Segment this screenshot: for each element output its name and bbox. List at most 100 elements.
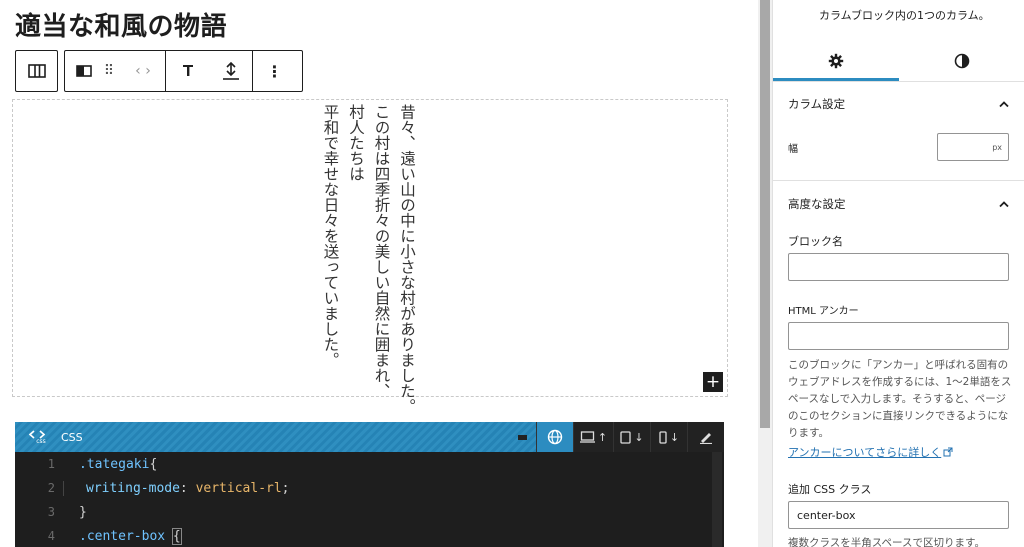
story-line-3: 村人たちは <box>347 104 365 182</box>
tablet-down-button[interactable]: ↓ <box>613 422 650 452</box>
desktop-up-button[interactable]: ↑ <box>573 422 613 452</box>
mobile-down-button[interactable]: ↓ <box>650 422 687 452</box>
css-class-help-text: 複数クラスを半角スペースで区切ります。 <box>788 537 985 547</box>
line-number: 3 <box>47 505 55 519</box>
code-selector: .tategaki <box>79 456 150 472</box>
code-brace: { <box>171 527 182 545</box>
global-scope-button[interactable] <box>536 422 573 452</box>
code-property: writing-mode <box>86 480 180 496</box>
column-settings-panel: カラム設定 幅 px <box>773 82 1024 181</box>
external-link-icon <box>943 447 953 457</box>
block-toolbar-group-more: ⋮ <box>252 51 296 91</box>
block-toolbar-group-align <box>165 51 252 91</box>
tablet-icon <box>620 430 632 444</box>
code-line: 4 .center-box { <box>15 524 724 547</box>
anchor-help-text: このブロックに「アンカー」と呼ばれる固有のウェブアドレスを作成するには、1〜2単… <box>788 359 1012 439</box>
half-circle-styles-icon <box>954 53 970 68</box>
column-icon <box>76 65 92 77</box>
add-block-button[interactable]: + <box>703 372 723 392</box>
css-code-block[interactable]: css CSS ↑ ↓ ↓ 1 .tategaki{2 writing-mod… <box>15 422 724 547</box>
editor-canvas: 適当な和風の物語 ⠿ ‹ › ⋮ 昔々、遠い山の中に小さな村がありました。 この… <box>0 0 758 547</box>
story-line-1: 昔々、遠い山の中に小さな村がありました。 <box>398 104 416 414</box>
advanced-title: 高度な設定 <box>788 197 846 211</box>
code-line: 1 .tategaki{ <box>15 452 724 476</box>
select-parent-columns-button[interactable] <box>16 51 57 91</box>
chevron-up-icon <box>999 201 1009 208</box>
column-block-type-button[interactable] <box>65 51 97 91</box>
width-unit: px <box>992 142 1002 152</box>
code-selector: .center-box <box>79 528 166 544</box>
advanced-toggle[interactable]: 高度な設定 <box>788 196 1010 212</box>
gear-icon <box>828 53 844 68</box>
advanced-panel: 高度な設定 ブロック名 HTML アンカー このブロックに「アンカー」と呼ばれる… <box>773 181 1024 547</box>
block-name-label: ブロック名 <box>788 235 843 248</box>
code-block-actions: ↑ ↓ ↓ <box>508 422 724 452</box>
column-settings-toggle[interactable]: カラム設定 <box>788 96 1010 112</box>
pencil-icon <box>700 433 712 444</box>
tab-settings[interactable] <box>773 40 899 81</box>
story-line-4: 平和で幸せな日々を送っていました。 <box>321 104 340 368</box>
align-top-icon <box>182 65 193 76</box>
globe-icon <box>547 429 563 445</box>
parent-block-toolbar <box>15 50 58 92</box>
code-brace: } <box>79 504 87 520</box>
drag-handle[interactable]: ⠿ <box>97 51 121 91</box>
code-css-icon: css <box>29 429 53 445</box>
code-block-header: css CSS ↑ ↓ ↓ <box>15 422 724 452</box>
move-left-right-button[interactable]: ‹ › <box>121 51 165 91</box>
tategaki-story-text[interactable]: 昔々、遠い山の中に小さな村がありました。 この村は四季折々の美しい自然に囲まれ、… <box>317 104 419 414</box>
additional-css-class-input[interactable]: center-box <box>788 501 1009 529</box>
code-semicolon: ; <box>281 480 290 496</box>
vertical-align-top-button[interactable] <box>166 51 209 91</box>
additional-css-class-label: 追加 CSS クラス <box>788 483 872 496</box>
code-brace: { <box>149 456 158 472</box>
line-number: 4 <box>47 529 55 543</box>
story-line-2: この村は四季折々の美しい自然に囲まれ、 <box>372 104 391 399</box>
chevron-left-right-icon: ‹ › <box>135 63 151 79</box>
stretch-height-icon <box>222 61 239 80</box>
code-line: 2 writing-mode: vertical-rl; <box>15 476 724 500</box>
minimize-button[interactable] <box>508 422 536 452</box>
width-input[interactable]: px <box>937 133 1009 161</box>
tablet-arrow: ↓ <box>634 430 644 444</box>
column-settings-title: カラム設定 <box>788 97 846 111</box>
code-language-label: CSS <box>61 430 83 444</box>
more-vertical-icon: ⋮ <box>266 61 283 81</box>
code-line: 3 } <box>15 500 724 524</box>
mobile-arrow: ↓ <box>669 430 680 444</box>
code-scrollbar[interactable] <box>712 452 722 547</box>
editor-scrollbar-thumb[interactable] <box>760 0 770 428</box>
tab-styles[interactable] <box>899 40 1024 81</box>
html-anchor-label: HTML アンカー <box>788 306 859 317</box>
minus-icon <box>517 434 527 440</box>
chevron-up-icon <box>999 101 1009 108</box>
block-name-input[interactable] <box>788 253 1009 281</box>
plus-icon: + <box>705 371 721 392</box>
block-toolbar-group-main: ⠿ ‹ › <box>65 51 165 91</box>
mobile-icon <box>659 430 667 444</box>
line-number: 1 <box>47 457 55 471</box>
desktop-arrow: ↑ <box>597 430 608 444</box>
anchor-learn-more-text: アンカーについてさらに詳しく <box>788 446 942 459</box>
more-options-button[interactable]: ⋮ <box>253 51 296 91</box>
block-description: カラムブロック内の1つのカラム。 <box>819 9 990 22</box>
block-toolbar: ⠿ ‹ › ⋮ <box>64 50 303 92</box>
settings-sidebar: カラムブロック内の1つのカラム。 カラム設定 幅 px 高度な設定 ブロック名 … <box>772 0 1024 547</box>
line-number: 2 <box>47 481 55 495</box>
anchor-learn-more-link[interactable]: アンカーについてさらに詳しく <box>788 444 953 460</box>
html-anchor-input[interactable] <box>788 322 1009 350</box>
code-block-label: css CSS <box>15 429 83 445</box>
columns-icon <box>27 64 46 78</box>
code-value: vertical-rl <box>195 480 282 496</box>
editor-scrollbar[interactable] <box>758 0 772 547</box>
height-stretch-button[interactable] <box>209 51 252 91</box>
edit-button[interactable] <box>687 422 724 452</box>
code-css-icon-caption: css <box>36 437 46 445</box>
page-title[interactable]: 適当な和風の物語 <box>15 6 227 43</box>
sidebar-tabs <box>773 40 1024 82</box>
width-label: 幅 <box>788 144 798 155</box>
desktop-icon <box>579 431 595 443</box>
drag-handle-icon: ⠿ <box>103 63 115 79</box>
code-editor[interactable]: 1 .tategaki{ 2 writing-mode: vertical-rl… <box>15 452 724 547</box>
column-block[interactable]: 昔々、遠い山の中に小さな村がありました。 この村は四季折々の美しい自然に囲まれ、… <box>12 99 728 414</box>
